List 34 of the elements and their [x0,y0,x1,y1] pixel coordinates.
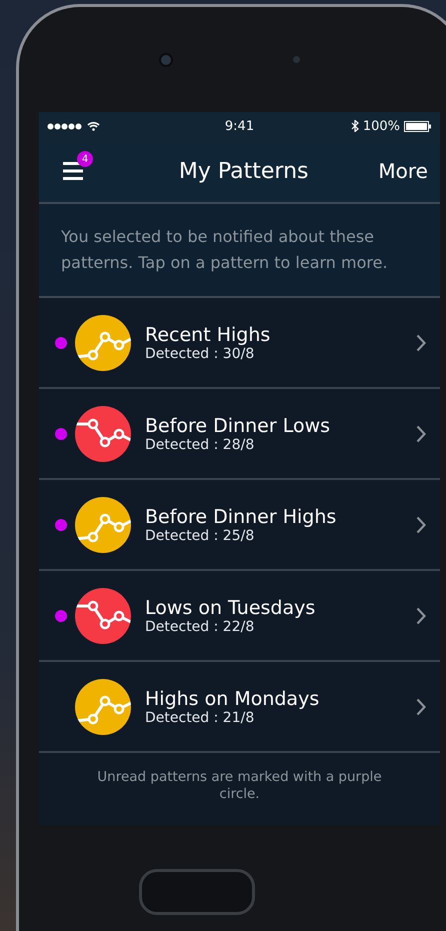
chevron-right-icon [416,698,426,716]
notification-badge: 4 [77,151,93,167]
screen-title: My Patterns [178,158,310,184]
pattern-title: Highs on Mondays [145,688,320,710]
detected-date: Detected : 22/8 [145,618,256,634]
chevron-right-icon [416,606,426,624]
intro-text: You selected to be notified about these patterns. Tap on a pattern to learn more. [39,204,440,298]
bluetooth-icon [350,120,359,132]
battery-icon [404,120,432,132]
pattern-row[interactable]: Highs on Mondays Detected : 21/8 [39,662,440,753]
menu-button[interactable] [63,161,85,181]
detected-date: Detected : 28/8 [145,436,256,452]
pattern-row[interactable]: Lows on Tuesdays Detected : 22/8 [39,571,440,662]
pattern-title: Lows on Tuesdays [145,596,316,618]
chevron-right-icon [416,424,426,442]
pattern-title: Before Dinner Highs [145,506,338,528]
wifi-icon [87,121,100,131]
chevron-right-icon [416,334,426,352]
pattern-row[interactable]: Recent Highs Detected : 30/8 [39,298,440,389]
battery-percent: 100% [362,118,400,134]
more-button[interactable]: More [378,159,428,183]
detected-date: Detected : 30/8 [145,346,256,362]
pattern-title: Before Dinner Lows [145,414,332,436]
signal-icon [47,122,83,130]
detected-date: Detected : 25/8 [145,528,256,544]
status-time: 9:41 [224,118,254,134]
chevron-right-icon [416,516,426,534]
pattern-row[interactable]: Before Dinner Lows Detected : 28/8 [39,389,440,480]
detected-date: Detected : 21/8 [145,710,256,726]
footer-note: Unread patterns are marked with a purple circle. [96,768,383,804]
camera-icon [158,52,172,66]
pattern-title: Recent Highs [145,324,272,346]
sensor-icon [292,56,300,63]
pattern-row[interactable]: Before Dinner Highs Detected : 25/8 [39,480,440,571]
